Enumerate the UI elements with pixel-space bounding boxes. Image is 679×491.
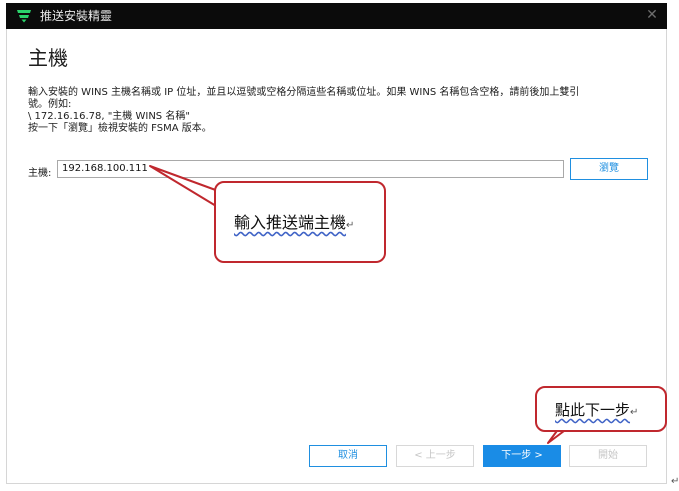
description-line-1: 輸入安裝的 WINS 主機名稱或 IP 位址，並且以逗號或空格分隔這些名稱或位址…	[28, 87, 580, 98]
close-icon[interactable]: ✕	[645, 8, 659, 22]
host-label: 主機:	[28, 168, 52, 179]
start-button[interactable]: 開始	[569, 445, 647, 467]
next-callout: 點此下一步↵	[535, 386, 667, 432]
host-input[interactable]: 192.168.100.111	[57, 160, 564, 178]
browse-button[interactable]: 瀏覽	[570, 158, 648, 180]
cancel-button[interactable]: 取消	[309, 445, 387, 467]
next-button[interactable]: 下一步 >	[483, 445, 561, 467]
paragraph-mark-icon: ↵	[346, 220, 355, 231]
page-title: 主機	[28, 46, 68, 70]
description-line-3: \ 172.16.16.78, "主機 WINS 名稱"	[28, 111, 190, 122]
next-callout-text: 點此下一步	[555, 401, 631, 419]
title-bar: 推送安裝精靈 ✕	[6, 3, 667, 29]
description-line-2: 號。例如:	[28, 99, 72, 110]
host-callout-text: 輸入推送端主機	[234, 213, 347, 232]
description-line-4: 按一下「瀏覽」檢視安裝的 FSMA 版本。	[28, 123, 212, 134]
host-callout: 輸入推送端主機↵	[214, 181, 386, 263]
window-title: 推送安裝精靈	[40, 9, 113, 23]
paragraph-mark-icon: ↵	[630, 407, 639, 418]
shield-logo-icon	[17, 10, 31, 23]
previous-button[interactable]: < 上一步	[396, 445, 474, 467]
paragraph-mark-icon: ↵	[671, 476, 679, 487]
